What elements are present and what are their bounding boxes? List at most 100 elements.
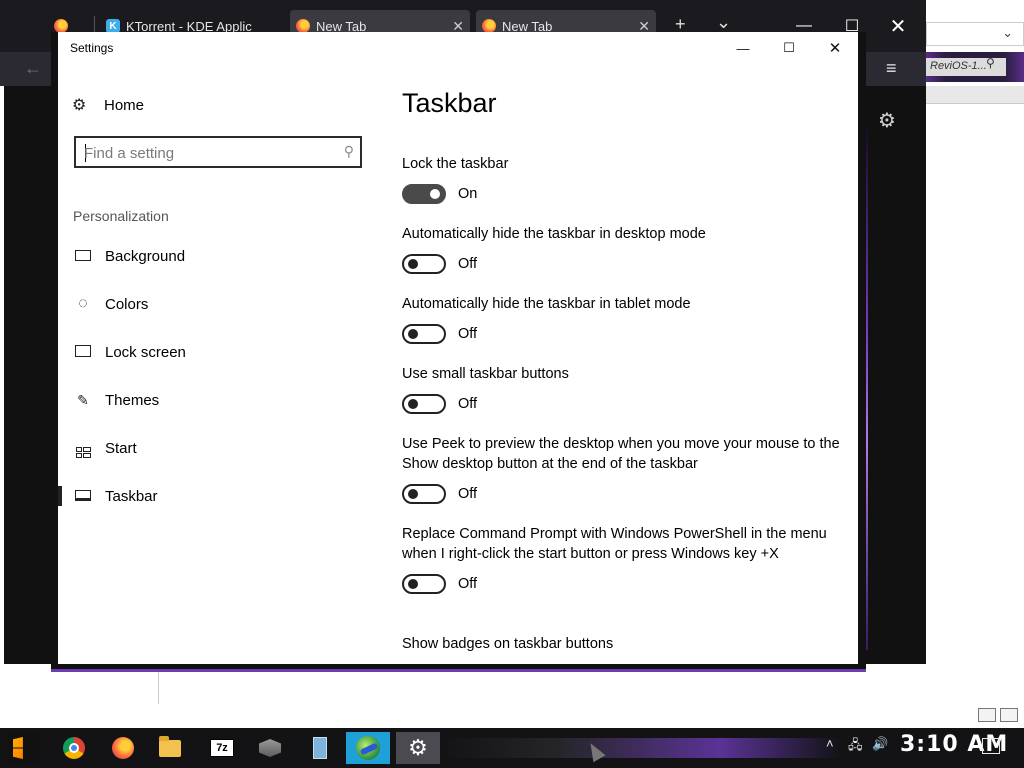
settings-search[interactable]: ⚲: [74, 136, 362, 168]
chevron-up-icon[interactable]: ˄: [826, 736, 834, 751]
large-icons-view-icon[interactable]: [1000, 708, 1018, 722]
search-icon[interactable]: ⚲: [344, 143, 354, 160]
title-bar[interactable]: Settings — ☐ ✕: [58, 32, 858, 64]
details-view-icon[interactable]: [978, 708, 996, 722]
setting-label: Use small taskbar buttons: [402, 366, 569, 382]
chevron-down-icon: ⌄: [1002, 25, 1013, 40]
setting-label: Automatically hide the taskbar in deskto…: [402, 226, 706, 242]
start-icon: [13, 737, 23, 759]
taskbar-firefox[interactable]: [107, 732, 139, 764]
setting-powershell: Replace Command Prompt with Windows Powe…: [402, 524, 842, 594]
list-tabs-button[interactable]: ⌄: [716, 12, 731, 33]
notification-center-icon[interactable]: [982, 738, 1000, 754]
kde-icon: K: [106, 19, 120, 33]
windows-taskbar: 7z ⚙ ˄ 🖧 🔊: [0, 728, 1024, 768]
setting-peek: Use Peek to preview the desktop when you…: [402, 434, 842, 504]
browser-close-button[interactable]: ✕: [876, 10, 920, 42]
settings-window: Settings — ☐ ✕ ⚙ Home ⚲ Personalization …: [58, 32, 858, 664]
nav-item-themes[interactable]: ✎ Themes: [58, 380, 368, 420]
network-globe-icon: [356, 736, 380, 760]
toggle-switch[interactable]: [402, 254, 446, 274]
taskbar-file-explorer[interactable]: [154, 732, 186, 764]
toggle-state: Off: [458, 576, 478, 592]
search-icon: ⚲: [986, 56, 995, 70]
package-icon: [259, 739, 281, 757]
background-bar: [926, 86, 1024, 104]
chrome-icon: [63, 737, 85, 759]
toggle-switch[interactable]: [402, 324, 446, 344]
volume-icon[interactable]: 🔊: [872, 736, 888, 752]
nav-item-label: Colors: [105, 295, 149, 313]
setting-label: Lock the taskbar: [402, 156, 509, 172]
close-button[interactable]: ✕: [812, 32, 858, 64]
start-button[interactable]: [8, 732, 40, 764]
toggle-switch[interactable]: [402, 184, 446, 204]
nav-home[interactable]: ⚙ Home: [72, 94, 144, 116]
firefox-icon: [54, 19, 68, 33]
setting-label: Show badges on taskbar buttons: [402, 636, 614, 652]
toggle-state: Off: [458, 486, 478, 502]
firefox-icon: [296, 19, 310, 33]
nav-item-label: Lock screen: [105, 343, 186, 361]
toggle-state: On: [458, 186, 478, 202]
taskbar-settings[interactable]: ⚙: [396, 732, 440, 764]
network-icon[interactable]: 🖧: [848, 736, 863, 758]
taskbar-network-app[interactable]: [346, 732, 390, 764]
page-title: Taskbar: [402, 88, 497, 118]
setting-small-buttons: Use small taskbar buttons Off: [402, 364, 842, 414]
setting-autohide-tablet: Automatically hide the taskbar in tablet…: [402, 294, 842, 344]
nav-item-background[interactable]: Background: [58, 236, 368, 276]
maximize-button[interactable]: ☐: [766, 32, 812, 64]
hamburger-menu-icon[interactable]: ≡: [886, 58, 897, 79]
setting-autohide-desktop: Automatically hide the taskbar in deskto…: [402, 224, 842, 274]
toggle-state: Off: [458, 326, 478, 342]
nav-item-colors[interactable]: ◌ Colors: [58, 284, 368, 324]
decorative-glow: [440, 738, 840, 758]
divider: [158, 668, 159, 704]
taskbar-7zip[interactable]: 7z: [206, 732, 238, 764]
nav-item-label: Background: [105, 247, 186, 265]
window-title: Settings: [70, 41, 114, 55]
themes-icon: ✎: [77, 391, 89, 408]
toggle-state: Off: [458, 256, 478, 272]
palette-icon: ◌: [78, 295, 88, 312]
nav-item-label: Themes: [105, 391, 160, 409]
toggle-state: Off: [458, 396, 478, 412]
side-search[interactable]: ReviOS-1... ⚲: [926, 52, 1024, 82]
gear-icon[interactable]: ⚙: [878, 108, 896, 133]
taskbar-chrome[interactable]: [58, 732, 90, 764]
nav-item-lock-screen[interactable]: Lock screen: [58, 332, 368, 372]
7zip-icon: 7z: [210, 739, 234, 757]
dropdown-field[interactable]: ⌄: [926, 22, 1024, 46]
toggle-switch[interactable]: [402, 574, 446, 594]
background-window: ⌄ ReviOS-1... ⚲: [926, 0, 1024, 110]
nav-item-label: Start: [105, 439, 137, 457]
picture-icon: [74, 248, 92, 264]
toggle-switch[interactable]: [402, 394, 446, 414]
setting-badges: Show badges on taskbar buttons: [402, 634, 842, 664]
setting-label: Replace Command Prompt with Windows Powe…: [402, 526, 827, 562]
back-arrow-icon[interactable]: ←: [24, 58, 42, 79]
document-icon: [313, 737, 327, 759]
minimize-button[interactable]: —: [720, 32, 766, 64]
settings-gear-icon: ⚙: [408, 735, 428, 760]
taskbar-icon: [74, 488, 92, 504]
firefox-icon: [482, 19, 496, 33]
nav-item-taskbar[interactable]: Taskbar: [58, 476, 368, 516]
nav-section-heading: Personalization: [73, 208, 169, 224]
folder-icon: [159, 735, 181, 757]
nav-item-start[interactable]: Start: [58, 428, 368, 468]
selection-indicator: [58, 486, 62, 506]
setting-label: Automatically hide the taskbar in tablet…: [402, 296, 691, 312]
search-input[interactable]: [84, 143, 324, 163]
firefox-icon: [112, 737, 134, 759]
lock-screen-icon: [74, 344, 92, 360]
setting-label: Use Peek to preview the desktop when you…: [402, 436, 840, 472]
taskbar-document[interactable]: [304, 732, 336, 764]
gear-icon: ⚙: [72, 97, 87, 114]
nav-home-label: Home: [104, 96, 145, 114]
setting-lock-taskbar: Lock the taskbar On: [402, 154, 842, 204]
taskbar-package[interactable]: [254, 732, 286, 764]
toggle-switch[interactable]: [402, 484, 446, 504]
view-toggle-group: [978, 708, 1018, 722]
